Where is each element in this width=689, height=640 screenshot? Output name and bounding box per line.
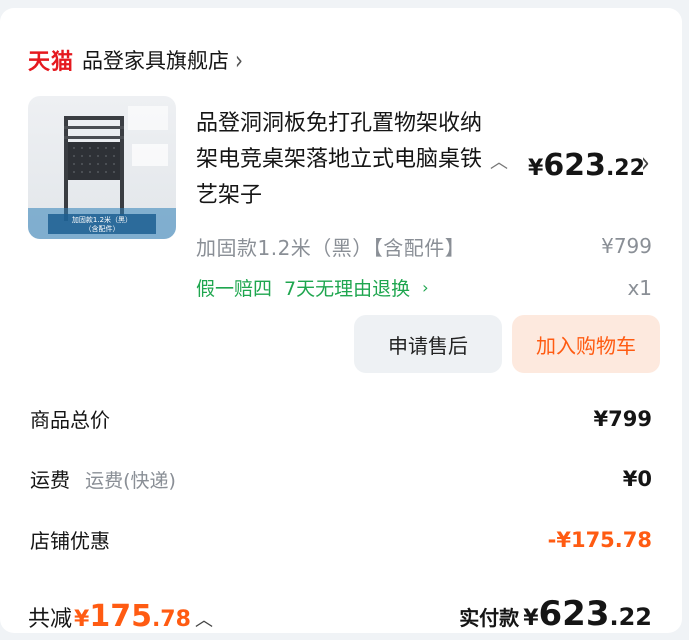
chevron-up-icon[interactable]: ︿ <box>195 606 213 632</box>
svg-text:（含配件）: （含配件） <box>85 224 120 233</box>
order-card: 天猫 品登家具旗舰店 › 加固款1.2米（黑） （含配件） 品登洞洞板免打孔置物… <box>0 8 682 634</box>
shipping-label: 运费 <box>30 468 70 492</box>
total-saved[interactable]: 共减 ¥ 175 .78 ︿ <box>28 599 213 634</box>
quantity: x1 <box>627 276 652 300</box>
service-tag-return: 7天无理由退换 <box>284 278 411 300</box>
shop-discount-value: -¥175.78 <box>547 527 652 552</box>
order-footer: 共减 ¥ 175 .78 ︿ 实付款 ¥ 623 .22 <box>28 578 652 634</box>
goods-total-row: 商品总价 ¥799 <box>30 404 652 433</box>
chevron-right-icon[interactable]: › <box>235 44 243 75</box>
product-thumbnail[interactable]: 加固款1.2米（黑） （含配件） <box>28 96 176 239</box>
shelf-image: 加固款1.2米（黑） （含配件） <box>28 106 176 239</box>
original-price: ¥799 <box>601 234 652 258</box>
service-tag-fake-compensation: 假一赔四 <box>196 278 273 300</box>
thumbnail-caption: 加固款1.2米（黑） <box>72 215 132 224</box>
shop-header[interactable]: 天猫 品登家具旗舰店 › <box>28 42 243 78</box>
product-spec: 加固款1.2米（黑）【含配件】 <box>196 236 466 260</box>
product-price: ¥ 623 .22 <box>528 148 645 183</box>
shop-discount-row: 店铺优惠 -¥175.78 <box>30 525 652 554</box>
shop-discount-label: 店铺优惠 <box>30 529 110 553</box>
product-title[interactable]: 品登洞洞板免打孔置物架收纳架电竞桌架落地立式电脑桌铁艺架子 <box>196 106 486 214</box>
paid-total: 实付款 ¥ 623 .22 <box>459 594 652 634</box>
goods-total-label: 商品总价 <box>30 408 110 432</box>
add-to-cart-button[interactable]: 加入购物车 <box>512 315 660 373</box>
tmall-logo: 天猫 <box>28 50 75 75</box>
shipping-value: ¥0 <box>622 466 652 491</box>
chevron-right-icon[interactable]: › <box>641 147 650 180</box>
goods-total-value: ¥799 <box>593 406 652 431</box>
saved-label: 共减 <box>28 607 73 632</box>
saved-amount: ¥ 175 .78 <box>74 599 191 634</box>
chevron-up-icon[interactable]: ︿ <box>490 148 508 174</box>
after-sale-button[interactable]: 申请售后 <box>354 315 502 373</box>
shipping-row: 运费 运费(快递) ¥0 <box>30 464 652 493</box>
shop-name[interactable]: 品登家具旗舰店 <box>82 45 229 75</box>
chevron-right-icon[interactable]: › <box>422 278 428 297</box>
service-tags[interactable]: 假一赔四 7天无理由退换 › <box>196 274 429 301</box>
shipping-type: 运费(快递) <box>85 470 176 492</box>
paid-label: 实付款 <box>459 606 520 630</box>
